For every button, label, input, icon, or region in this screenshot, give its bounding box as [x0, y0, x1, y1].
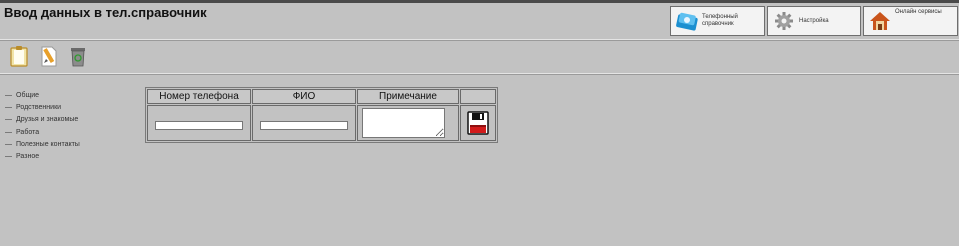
sidebar-item-general[interactable]: — Общие	[5, 90, 80, 102]
save-button[interactable]	[466, 110, 490, 137]
sidebar-item-label: Работа	[16, 128, 40, 136]
sidebar-item-label: Общие	[16, 92, 40, 99]
phonebook-label: Телефонный справочник	[702, 14, 738, 27]
page-title: Ввод данных в тел.справочник	[4, 5, 207, 20]
floppy-disk-icon	[467, 111, 489, 135]
gear-icon	[772, 9, 796, 33]
edit-pencil-icon[interactable]	[39, 44, 59, 68]
name-cell	[252, 105, 356, 141]
sidebar-item-friends[interactable]: — Друзья и знакомые	[5, 114, 80, 126]
column-header-note: Примечание	[357, 89, 459, 104]
sidebar-item-useful-contacts[interactable]: — Полезные контакты	[5, 139, 80, 151]
phonebook-button[interactable]: Телефонный справочник	[670, 6, 765, 36]
online-services-button[interactable]: Онлайн сервисы	[863, 6, 958, 36]
sidebar-item-label: Разное	[16, 152, 40, 160]
note-cell	[357, 105, 459, 141]
settings-button[interactable]: Настройка	[767, 6, 861, 36]
phone-input[interactable]	[155, 121, 243, 130]
phone-cell	[147, 105, 251, 141]
note-textarea[interactable]	[362, 108, 445, 138]
sidebar-item-misc[interactable]: — Разное	[5, 151, 80, 163]
column-header-phone: Номер телефона	[147, 89, 251, 104]
category-sidebar: — Общие — Родственники — Друзья и знакомые …	[5, 90, 80, 163]
top-border	[0, 0, 959, 3]
sidebar-item-work[interactable]: — Работа	[5, 127, 80, 139]
column-header-name: ФИО	[252, 89, 356, 104]
entry-form-table: Номер телефона ФИО Примечание	[145, 87, 498, 143]
online-services-label: Онлайн сервисы	[895, 9, 942, 15]
sidebar-item-relatives[interactable]: — Родственники	[5, 102, 80, 114]
clipboard-icon[interactable]	[9, 44, 29, 68]
sidebar-item-label: Полезные контакты	[16, 140, 80, 148]
trash-icon[interactable]	[68, 44, 88, 68]
toolbar-divider	[0, 73, 959, 75]
column-header-action	[460, 89, 496, 104]
name-input[interactable]	[260, 121, 348, 130]
sidebar-item-label: Родственники	[16, 104, 62, 112]
save-cell	[460, 105, 496, 141]
settings-label: Настройка	[799, 17, 829, 24]
phonebook-icon	[675, 9, 699, 33]
home-icon	[868, 9, 892, 33]
header-divider	[0, 39, 959, 41]
sidebar-item-label: Друзья и знакомые	[16, 116, 79, 124]
